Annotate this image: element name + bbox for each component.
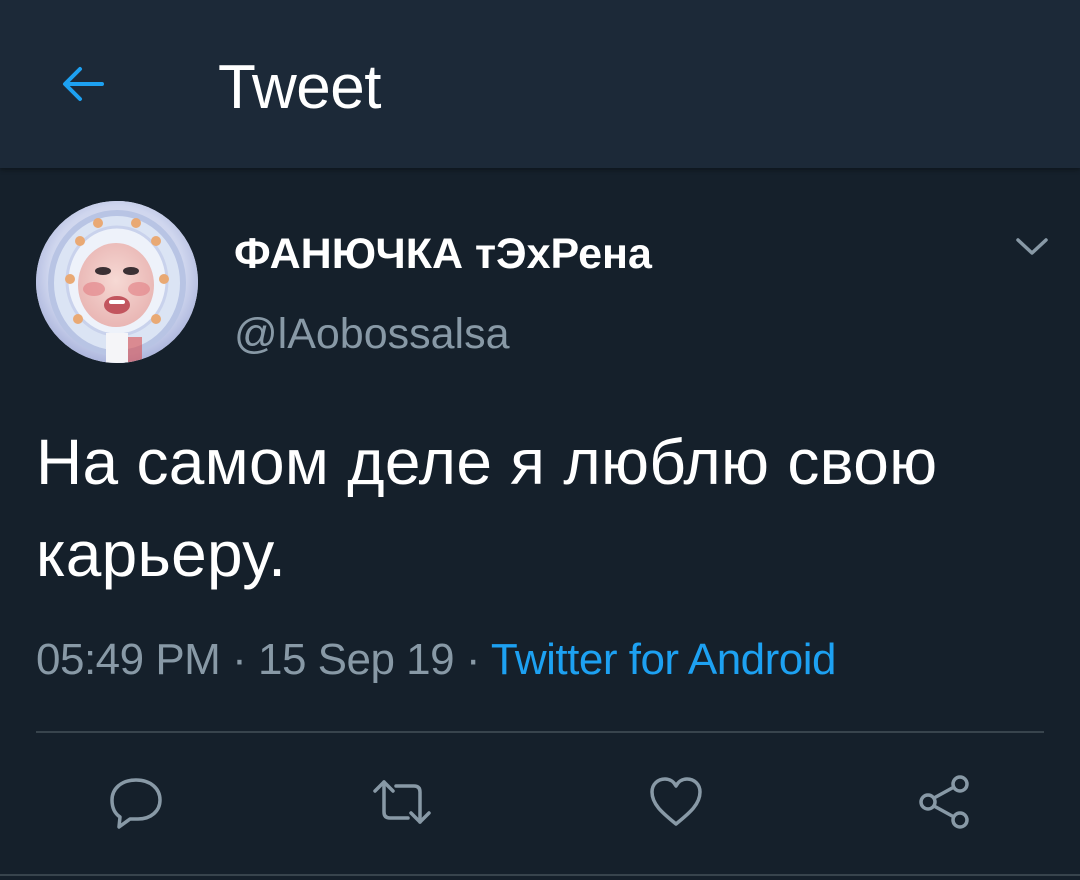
- tweet-source-link[interactable]: Twitter for Android: [491, 635, 837, 684]
- page-title: Tweet: [218, 53, 381, 122]
- meta-separator: ·: [232, 635, 247, 684]
- share-button[interactable]: [912, 770, 976, 834]
- tweet-text: На самом деле я люблю свою карьеру.: [36, 426, 938, 590]
- author-handle[interactable]: @lAobossalsa: [234, 306, 510, 362]
- chevron-down-icon: [1016, 238, 1048, 255]
- like-button[interactable]: [644, 770, 708, 834]
- heart-icon: [650, 777, 702, 826]
- tweet-menu-button[interactable]: [1008, 226, 1056, 266]
- arrow-left-icon: [63, 67, 104, 101]
- tweet-time: 05:49 PM: [36, 635, 221, 684]
- tweet-meta: 05:49 PM · 15 Sep 19 · Twitter for Andro…: [36, 630, 837, 690]
- back-button[interactable]: [52, 52, 116, 116]
- tweet-date: 15 Sep 19: [257, 635, 455, 684]
- share-icon: [919, 775, 969, 829]
- avatar[interactable]: [36, 201, 198, 363]
- reply-button[interactable]: [104, 770, 168, 834]
- bottom-divider: [0, 874, 1080, 876]
- retweet-button[interactable]: [370, 770, 434, 834]
- reply-icon: [110, 778, 162, 829]
- divider: [36, 731, 1044, 733]
- avatar-photo: [36, 201, 198, 363]
- meta-separator: ·: [465, 635, 481, 684]
- top-app-bar: Tweet: [0, 0, 1080, 168]
- retweet-icon: [373, 780, 431, 824]
- author-display-name[interactable]: ФАНЮЧКА тЭхРена: [234, 226, 652, 282]
